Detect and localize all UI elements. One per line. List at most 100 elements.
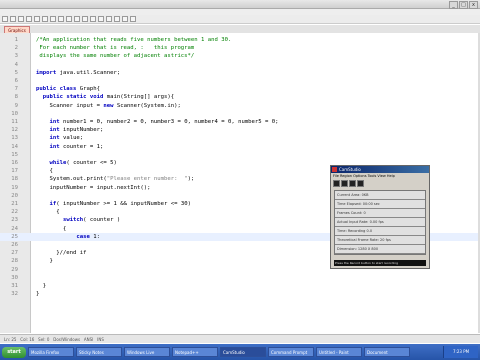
open-file-icon[interactable] <box>10 16 16 22</box>
taskbar-item[interactable]: CamStudio <box>220 347 266 357</box>
code-text: if( inputNumber >= 1 && inputNumber <= 3… <box>49 201 191 207</box>
line-number: 27 <box>11 250 18 257</box>
cut-icon[interactable] <box>50 16 56 22</box>
code-line[interactable]: 5 import java.util.Scanner; <box>0 69 478 77</box>
copy-icon[interactable] <box>58 16 64 22</box>
code-line[interactable]: 14 int counter = 1; <box>0 143 478 151</box>
code-text: For each number that is read, : this pro… <box>36 45 195 52</box>
taskbar: start Mozilla Firefox Sticky Notes Windows… <box>0 344 480 360</box>
redo-icon[interactable] <box>82 16 88 22</box>
camstudio-title-bar[interactable]: CamStudio <box>331 166 429 173</box>
code-line[interactable]: 30 <box>0 274 478 282</box>
line-number: 22 <box>11 209 18 216</box>
code-line[interactable]: 10 <box>0 110 478 118</box>
line-number: 17 <box>11 168 18 175</box>
line-number: 14 <box>11 143 18 150</box>
stop-icon[interactable] <box>349 180 356 187</box>
line-number: 29 <box>11 266 18 273</box>
taskbar-item[interactable]: Windows Live <box>124 347 170 357</box>
paste-icon[interactable] <box>66 16 72 22</box>
tab-graphics[interactable]: Graphics <box>4 26 30 33</box>
code-text: } <box>36 283 47 289</box>
code-line[interactable]: 11 int number1 = 0, number2 = 0, number3… <box>0 118 478 126</box>
line-number: 16 <box>11 160 18 166</box>
pause-icon[interactable] <box>341 180 348 187</box>
new-file-icon[interactable] <box>2 16 8 22</box>
code-text: int inputNumber; <box>49 127 104 134</box>
run-icon[interactable] <box>130 16 136 22</box>
undo-icon[interactable] <box>74 16 80 22</box>
line-number: 6 <box>14 78 18 84</box>
line-number: 7 <box>14 86 18 93</box>
code-line[interactable]: 15 <box>0 151 478 159</box>
start-button[interactable]: start <box>2 346 26 358</box>
find-icon[interactable] <box>90 16 96 22</box>
line-number: 18 <box>11 176 18 183</box>
maximize-button[interactable]: □ <box>459 1 468 9</box>
camstudio-window[interactable]: CamStudio File Region Options Tools View… <box>330 165 430 269</box>
camstudio-icon <box>332 167 337 172</box>
code-line[interactable]: 4 <box>0 61 478 69</box>
camstudio-status: Press the Record button to start recordi… <box>334 260 426 266</box>
save-icon[interactable] <box>18 16 24 22</box>
taskbar-item[interactable]: Command Prompt <box>268 347 314 357</box>
taskbar-item[interactable]: Mozilla Firefox <box>28 347 74 357</box>
annotate-icon[interactable] <box>357 180 364 187</box>
line-number: 2 <box>14 45 18 52</box>
code-line[interactable]: 7 public class Graph{ <box>0 85 478 93</box>
wrap-icon[interactable] <box>122 16 128 22</box>
close-button[interactable]: x <box>469 1 478 9</box>
stat-row: Time: Recording 0.0 <box>335 227 425 236</box>
line-number: 5 <box>14 69 18 76</box>
code-text: } <box>36 291 40 298</box>
code-text: inputNumber = input.nextInt(); <box>36 184 151 191</box>
code-text: System.out.print("Please enter number: "… <box>36 176 195 183</box>
code-line[interactable]: 13 int value; <box>0 134 478 142</box>
desktop-screen: _ □ x Graphics 1 /*An application that re… <box>0 0 480 360</box>
code-line[interactable]: 32} <box>0 290 478 298</box>
code-line[interactable]: 12 int inputNumber; <box>0 126 478 134</box>
close-file-icon[interactable] <box>34 16 40 22</box>
line-number: 24 <box>11 225 18 232</box>
code-text: int number1 = 0, number2 = 0, number3 = … <box>49 119 279 125</box>
editor-title-bar: _ □ x <box>0 0 480 9</box>
code-text: int counter = 1; <box>49 143 104 150</box>
line-number: 3 <box>14 53 18 60</box>
code-line[interactable]: 6 <box>0 77 478 85</box>
zoom-in-icon[interactable] <box>106 16 112 22</box>
stat-row: Dimension: 1280 X 800 <box>335 245 425 254</box>
code-line[interactable]: 1 /*An application that reads five number… <box>0 36 478 44</box>
code-line[interactable]: 3 displays the same number of adjacent a… <box>0 52 478 60</box>
print-icon[interactable] <box>42 16 48 22</box>
line-number: 19 <box>11 184 18 191</box>
line-number: 15 <box>11 151 18 158</box>
line-number: 4 <box>14 61 18 68</box>
camstudio-title: CamStudio <box>339 167 361 172</box>
status-bar: Ln: 25 Col: 16 Sel: 0 Dos\Windows ANSI I… <box>0 334 480 343</box>
code-line[interactable]: 2 For each number that is read, : this p… <box>0 44 478 52</box>
code-text: public class Graph{ <box>36 86 100 93</box>
system-tray-clock[interactable]: 7:23 PM <box>443 346 478 358</box>
code-text: displays the same number of adjacent ast… <box>36 53 195 60</box>
taskbar-item[interactable]: Document <box>364 347 410 357</box>
line-number: 21 <box>11 201 18 207</box>
zoom-out-icon[interactable] <box>114 16 120 22</box>
taskbar-item[interactable]: Untitled - Paint <box>316 347 362 357</box>
line-number: 1 <box>14 37 18 43</box>
stat-row: Theoretical Frame Rate: 20 fps <box>335 236 425 245</box>
stat-row: Actual Input Rate: 0.00 fps <box>335 218 425 227</box>
line-number: 12 <box>11 127 18 134</box>
code-line[interactable]: 9 Scanner input = new Scanner(System.in)… <box>0 102 478 110</box>
minimize-button[interactable]: _ <box>449 1 458 9</box>
save-all-icon[interactable] <box>26 16 32 22</box>
taskbar-item[interactable]: Notepad++ <box>172 347 218 357</box>
code-line[interactable]: 31 } <box>0 282 478 290</box>
record-icon[interactable] <box>333 180 340 187</box>
line-number: 26 <box>11 242 18 248</box>
code-text: Scanner input = new Scanner(System.in); <box>36 102 181 109</box>
line-number: 20 <box>11 192 18 199</box>
code-line[interactable]: 8 public static void main(String[] args)… <box>0 93 478 101</box>
taskbar-item[interactable]: Sticky Notes <box>76 347 122 357</box>
replace-icon[interactable] <box>98 16 104 22</box>
line-number: 32 <box>11 291 18 298</box>
